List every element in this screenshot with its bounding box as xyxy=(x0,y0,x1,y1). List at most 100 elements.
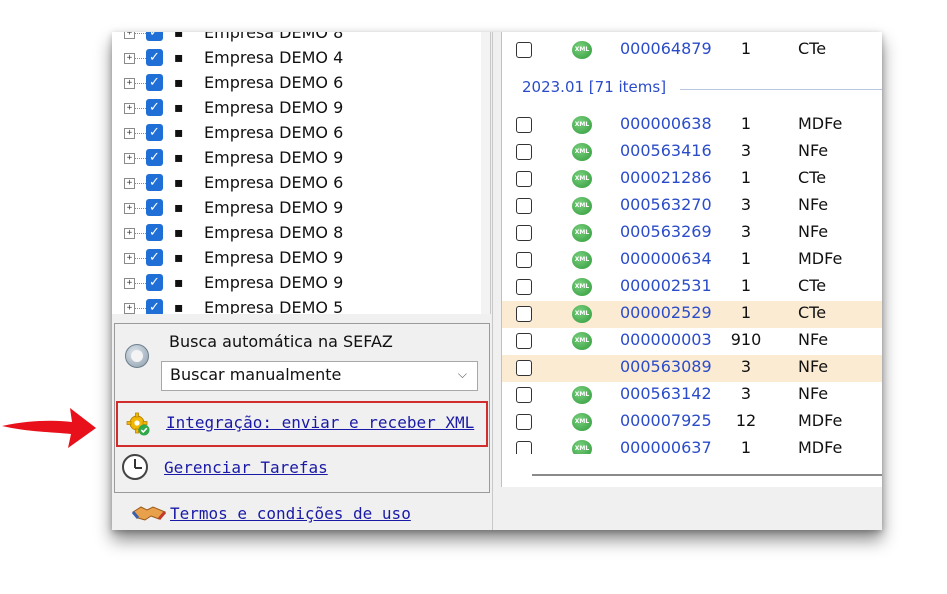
row-checkbox[interactable] xyxy=(516,171,532,187)
expand-icon[interactable]: + xyxy=(124,153,135,164)
chevron-down-icon[interactable]: ⌵ xyxy=(458,367,467,382)
row-checkbox[interactable] xyxy=(516,144,532,160)
row-checkbox[interactable] xyxy=(516,252,532,268)
bullet-icon: ▪ xyxy=(174,175,184,191)
expand-icon[interactable]: + xyxy=(124,253,135,264)
tree-scrollbar[interactable] xyxy=(481,32,490,314)
tree-item[interactable]: + ✓ ▪ Empresa DEMO 8 xyxy=(112,32,490,47)
bullet-icon: ▪ xyxy=(174,200,184,216)
group-header[interactable]: 2023.01 [71 items] xyxy=(522,78,666,96)
document-number[interactable]: 000000003 xyxy=(620,330,712,349)
document-number[interactable]: 000007925 xyxy=(620,411,712,430)
table-row[interactable]: XML 000000637 1 MDFe xyxy=(502,436,882,454)
tree-item[interactable]: + ✓ ▪ Empresa DEMO 9 xyxy=(112,197,490,222)
company-tree[interactable]: + ✓ ▪ Empresa DEMO 8 + ✓ ▪ Empresa DEMO … xyxy=(112,32,491,314)
document-number[interactable]: 000000638 xyxy=(620,114,712,133)
manage-tasks-link[interactable]: Gerenciar Tarefas xyxy=(164,458,328,477)
row-checkbox[interactable] xyxy=(516,414,532,430)
tree-item[interactable]: + ✓ ▪ Empresa DEMO 6 xyxy=(112,172,490,197)
integration-link[interactable]: Integração: enviar e receber XML xyxy=(166,413,474,432)
row-checkbox[interactable] xyxy=(516,306,532,322)
checkbox-checked-icon[interactable]: ✓ xyxy=(146,249,163,266)
tree-item-label: Empresa DEMO 9 xyxy=(204,273,344,292)
tree-item-label: Empresa DEMO 9 xyxy=(204,98,344,117)
table-row[interactable]: XML 000000638 1 MDFe xyxy=(502,112,882,139)
tree-item[interactable]: + ✓ ▪ Empresa DEMO 9 xyxy=(112,272,490,297)
checkbox-checked-icon[interactable]: ✓ xyxy=(146,149,163,166)
row-checkbox[interactable] xyxy=(516,42,532,58)
tree-item[interactable]: + ✓ ▪ Empresa DEMO 6 xyxy=(112,122,490,147)
table-row-highlighted[interactable]: 000563089 3 NFe xyxy=(502,355,882,382)
checkbox-checked-icon[interactable]: ✓ xyxy=(146,299,163,314)
table-row[interactable]: XML 000563142 3 NFe xyxy=(502,382,882,409)
row-checkbox[interactable] xyxy=(516,279,532,295)
xml-icon: XML xyxy=(572,413,592,431)
tree-item[interactable]: + ✓ ▪ Empresa DEMO 6 xyxy=(112,72,490,97)
table-row[interactable]: XML 000563416 3 NFe xyxy=(502,139,882,166)
row-checkbox[interactable] xyxy=(516,360,532,376)
expand-icon[interactable]: + xyxy=(124,303,135,314)
expand-icon[interactable]: + xyxy=(124,278,135,289)
table-row[interactable]: XML 000021286 1 CTe xyxy=(502,166,882,193)
expand-icon[interactable]: + xyxy=(124,103,135,114)
tree-item[interactable]: + ✓ ▪ Empresa DEMO 9 xyxy=(112,247,490,272)
checkbox-checked-icon[interactable]: ✓ xyxy=(146,174,163,191)
table-row[interactable]: XML 000000003 910 NFe xyxy=(502,328,882,355)
checkbox-checked-icon[interactable]: ✓ xyxy=(146,32,163,41)
checkbox-checked-icon[interactable]: ✓ xyxy=(146,224,163,241)
table-row[interactable]: XML 000563269 3 NFe xyxy=(502,220,882,247)
document-number[interactable]: 000563142 xyxy=(620,384,712,403)
document-number[interactable]: 000563089 xyxy=(620,357,712,376)
horizontal-scrollbar[interactable] xyxy=(532,474,882,476)
checkbox-checked-icon[interactable]: ✓ xyxy=(146,274,163,291)
table-row[interactable]: XML 000002531 1 CTe xyxy=(502,274,882,301)
checkbox-checked-icon[interactable]: ✓ xyxy=(146,49,163,66)
bullet-icon: ▪ xyxy=(174,125,184,141)
search-mode-select[interactable]: Buscar manualmente ⌵ xyxy=(161,361,478,391)
row-checkbox[interactable] xyxy=(516,225,532,241)
bullet-icon: ▪ xyxy=(174,32,184,41)
document-number[interactable]: 000021286 xyxy=(620,168,712,187)
row-checkbox[interactable] xyxy=(516,117,532,133)
checkbox-checked-icon[interactable]: ✓ xyxy=(146,74,163,91)
terms-link[interactable]: Termos e condições de uso xyxy=(170,504,411,523)
table-row[interactable]: XML 000000634 1 MDFe xyxy=(502,247,882,274)
document-number[interactable]: 000002531 xyxy=(620,276,712,295)
document-number[interactable]: 000064879 xyxy=(620,39,712,58)
xml-icon: XML xyxy=(572,386,592,404)
tree-item[interactable]: + ✓ ▪ Empresa DEMO 9 xyxy=(112,147,490,172)
row-checkbox[interactable] xyxy=(516,198,532,214)
checkbox-checked-icon[interactable]: ✓ xyxy=(146,99,163,116)
document-type: MDFe xyxy=(798,411,843,430)
row-checkbox[interactable] xyxy=(516,441,532,454)
checkbox-checked-icon[interactable]: ✓ xyxy=(146,199,163,216)
document-number[interactable]: 000563416 xyxy=(620,141,712,160)
expand-icon[interactable]: + xyxy=(124,178,135,189)
bullet-icon: ▪ xyxy=(174,275,184,291)
row-checkbox[interactable] xyxy=(516,387,532,403)
expand-icon[interactable]: + xyxy=(124,53,135,64)
documents-list[interactable]: XML 000064879 1 CTe 2023.01 [71 items] X… xyxy=(501,32,882,487)
tree-item[interactable]: + ✓ ▪ Empresa DEMO 4 xyxy=(112,47,490,72)
table-row[interactable]: XML 000064879 1 CTe xyxy=(502,37,882,64)
tree-item[interactable]: + ✓ ▪ Empresa DEMO 5 xyxy=(112,297,490,314)
tree-item[interactable]: + ✓ ▪ Empresa DEMO 8 xyxy=(112,222,490,247)
document-number[interactable]: 000000634 xyxy=(620,249,712,268)
checkbox-checked-icon[interactable]: ✓ xyxy=(146,124,163,141)
expand-icon[interactable]: + xyxy=(124,32,135,39)
table-row[interactable]: XML 000007925 12 MDFe xyxy=(502,409,882,436)
row-checkbox[interactable] xyxy=(516,333,532,349)
table-row-highlighted[interactable]: XML 000002529 1 CTe xyxy=(502,301,882,328)
document-quantity: 1 xyxy=(740,438,752,454)
expand-icon[interactable]: + xyxy=(124,128,135,139)
table-row[interactable]: XML 000563270 3 NFe xyxy=(502,193,882,220)
expand-icon[interactable]: + xyxy=(124,78,135,89)
document-number[interactable]: 000002529 xyxy=(620,303,712,322)
expand-icon[interactable]: + xyxy=(124,228,135,239)
expand-icon[interactable]: + xyxy=(124,203,135,214)
document-number[interactable]: 000000637 xyxy=(620,438,712,454)
bullet-icon: ▪ xyxy=(174,150,184,166)
tree-item[interactable]: + ✓ ▪ Empresa DEMO 9 xyxy=(112,97,490,122)
document-number[interactable]: 000563269 xyxy=(620,222,712,241)
document-number[interactable]: 000563270 xyxy=(620,195,712,214)
